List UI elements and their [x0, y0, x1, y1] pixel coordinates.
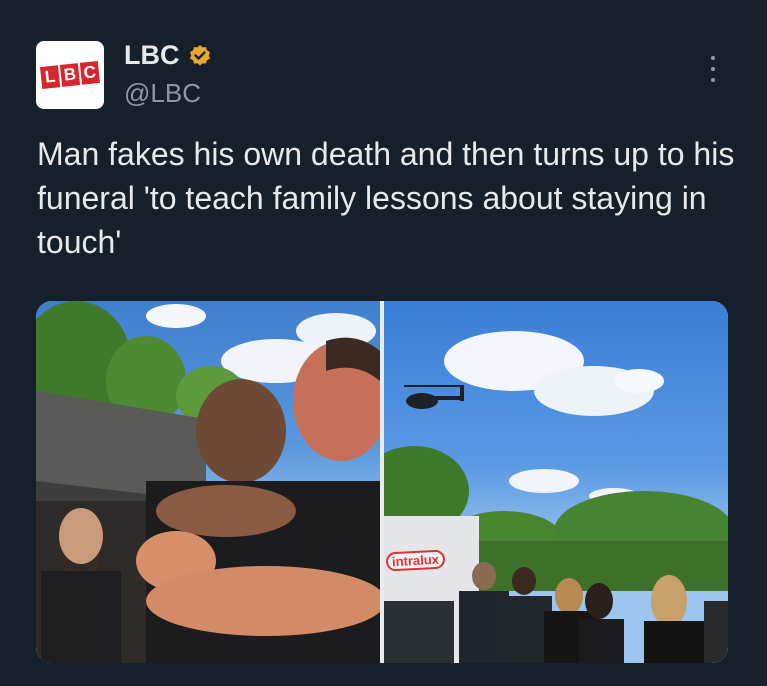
van-sign: intralux	[385, 549, 446, 572]
more-options-icon[interactable]	[703, 56, 723, 82]
dot	[711, 67, 715, 71]
hug-scene	[36, 301, 380, 663]
photo-helicopter[interactable]: intralux	[384, 301, 728, 663]
avatar[interactable]: L B C	[36, 41, 104, 109]
author-name-row: LBC	[124, 40, 212, 71]
photo-hug[interactable]	[36, 301, 380, 663]
display-name[interactable]: LBC	[124, 40, 180, 71]
dot	[711, 78, 715, 82]
logo-letter: C	[79, 61, 100, 85]
logo-letter: B	[59, 63, 81, 87]
tweet-media[interactable]: intralux	[36, 301, 728, 663]
funeral-scene	[384, 331, 728, 663]
account-handle[interactable]: @LBC	[124, 78, 201, 109]
lbc-logo: L B C	[40, 61, 100, 89]
verified-badge-icon	[189, 44, 210, 66]
dot	[711, 56, 715, 60]
tweet-text: Man fakes his own death and then turns u…	[37, 136, 735, 260]
logo-letter: L	[40, 65, 61, 89]
